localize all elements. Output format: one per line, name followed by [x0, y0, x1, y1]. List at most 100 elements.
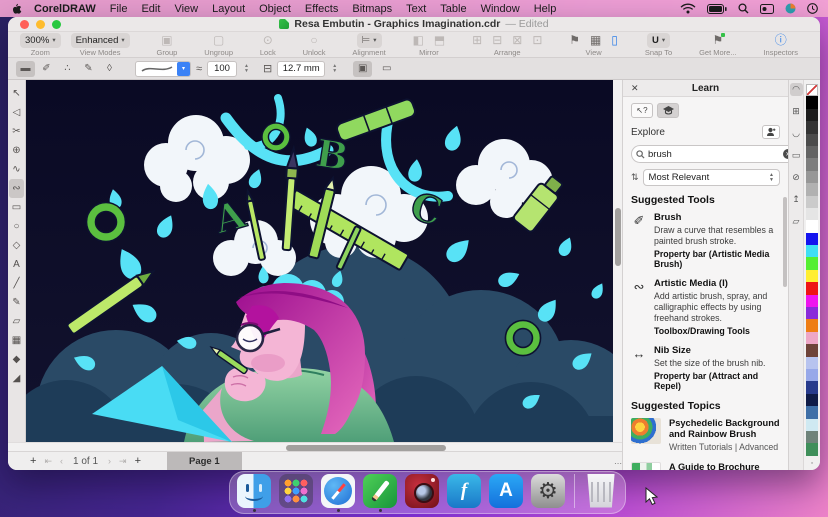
no-color-swatch[interactable]	[806, 84, 818, 96]
color-swatch[interactable]	[806, 171, 818, 183]
smoothing-stepper[interactable]: ▲▼	[244, 64, 249, 73]
suggested-tool-item[interactable]: ↔ Nib Size Set the size of the brush nib…	[631, 345, 780, 391]
artistic-media-mode-button[interactable]: ∴	[58, 61, 77, 77]
wifi-icon[interactable]	[680, 3, 696, 14]
clock-icon[interactable]	[807, 3, 818, 14]
dock-item[interactable]	[405, 474, 439, 512]
smoothing-input[interactable]: 100	[207, 61, 237, 77]
docker-tab-icon[interactable]: ▭	[790, 149, 803, 162]
color-swatch[interactable]	[806, 307, 818, 319]
menu-item[interactable]: Help	[534, 3, 557, 15]
next-page-button[interactable]: ›	[108, 456, 111, 466]
toolbox-tool-button[interactable]: ∾	[9, 179, 24, 198]
color-swatch[interactable]	[806, 319, 818, 331]
mirror-vertical-icon[interactable]: ⬒	[434, 34, 445, 47]
artistic-media-mode-button[interactable]: ✎	[79, 61, 98, 77]
color-swatch[interactable]	[806, 357, 818, 369]
profile-button[interactable]	[762, 125, 780, 139]
color-swatch[interactable]	[806, 332, 818, 344]
color-swatch[interactable]	[806, 295, 818, 307]
menu-item[interactable]: Window	[481, 3, 520, 15]
menu-item[interactable]: View	[174, 3, 198, 15]
ungroup-icon[interactable]: ▢	[213, 34, 224, 47]
stroke-list-dropdown[interactable]: ▾	[135, 61, 191, 77]
dock-item[interactable]	[584, 474, 618, 512]
menu-item[interactable]: Edit	[141, 3, 160, 15]
dock-item[interactable]: A	[489, 474, 523, 512]
nib-size-stepper[interactable]: ▲▼	[332, 64, 337, 73]
color-swatch[interactable]	[806, 443, 818, 455]
toolbox-tool-button[interactable]: ◢	[9, 369, 24, 388]
search-icon[interactable]	[738, 3, 749, 14]
forward-one-icon[interactable]: ⊠	[512, 34, 522, 47]
last-page-button[interactable]: ⇥	[119, 456, 127, 467]
border-toggle[interactable]: ▭	[377, 61, 396, 77]
toolbox-tool-button[interactable]: ✎	[9, 293, 24, 312]
to-back-icon[interactable]: ⊟	[492, 34, 502, 47]
artistic-media-mode-button[interactable]: ◊	[100, 61, 119, 77]
palette-options-icon[interactable]: ▫	[811, 460, 813, 467]
mirror-horizontal-icon[interactable]: ◧	[413, 34, 424, 47]
get-more-icon[interactable]: ⚑	[712, 34, 723, 47]
color-swatch[interactable]	[806, 121, 818, 133]
color-swatch[interactable]	[806, 344, 818, 356]
snap-to-dropdown[interactable]: U▾	[647, 33, 670, 48]
color-swatch[interactable]	[806, 134, 818, 146]
menu-item[interactable]: Effects	[305, 3, 338, 15]
toolbox-tool-button[interactable]: ▭	[9, 198, 24, 217]
toolbox-tool-button[interactable]: ◁	[9, 103, 24, 122]
unlock-icon[interactable]: ○	[310, 34, 317, 47]
canvas-vertical-scrollbar[interactable]	[613, 80, 622, 442]
toolbox-tool-button[interactable]: ▱	[9, 312, 24, 331]
rulers-icon[interactable]: ⚑	[569, 34, 580, 47]
page-tab[interactable]: Page 1	[167, 452, 242, 471]
color-swatch[interactable]	[806, 183, 818, 195]
sort-dropdown[interactable]: Most Relevant ▲▼	[643, 169, 780, 186]
previous-page-button[interactable]: ‹	[60, 456, 63, 466]
dock-item[interactable]	[237, 474, 271, 512]
color-swatch[interactable]	[806, 196, 818, 208]
artistic-media-mode-button[interactable]: ▬	[16, 61, 35, 77]
grid-icon[interactable]: ▦	[590, 34, 601, 47]
view-modes-dropdown[interactable]: Enhanced▾	[71, 33, 130, 48]
menubar-app-name[interactable]: CorelDRAW	[34, 3, 96, 15]
toolbox-tool-button[interactable]: ✂	[9, 122, 24, 141]
suggested-topic-item[interactable]: Psychedelic Background and Rainbow Brush…	[631, 418, 780, 452]
toolbox-tool-button[interactable]: ↖	[9, 84, 24, 103]
menu-item[interactable]: Layout	[212, 3, 245, 15]
color-swatch[interactable]	[806, 257, 818, 269]
toolbox-tool-button[interactable]: ○	[9, 217, 24, 236]
toolbox-tool-button[interactable]: ╱	[9, 274, 24, 293]
suggested-tool-item[interactable]: ✐ Brush Draw a curve that resembles a pa…	[631, 212, 780, 269]
back-one-icon[interactable]: ⊡	[532, 34, 542, 47]
color-swatch[interactable]	[806, 109, 818, 121]
color-swatch[interactable]	[806, 282, 818, 294]
group-icon[interactable]: ▣	[161, 34, 172, 47]
control-center-icon[interactable]	[760, 4, 774, 14]
dock-item[interactable]	[279, 474, 313, 512]
docker-tab-icon[interactable]: ◡	[790, 127, 803, 140]
menu-item[interactable]: Object	[259, 3, 291, 15]
battery-icon[interactable]	[707, 4, 727, 14]
menu-item[interactable]: Text	[406, 3, 426, 15]
menu-item[interactable]: Bitmaps	[352, 3, 392, 15]
toolbox-tool-button[interactable]: ∿	[9, 160, 24, 179]
toolbox-tool-button[interactable]: ▦	[9, 331, 24, 350]
color-swatch[interactable]	[806, 431, 818, 443]
docker-tab-icon[interactable]: ◠	[790, 83, 803, 96]
docker-tab-icon[interactable]: ▱	[790, 215, 803, 228]
menu-item[interactable]: File	[110, 3, 128, 15]
contextual-help-toggle[interactable]: ↖?	[631, 103, 653, 118]
zoom-level-dropdown[interactable]: 300%▾	[20, 33, 61, 48]
inspectors-icon[interactable]: ⓘ	[775, 34, 787, 47]
color-swatch[interactable]	[806, 419, 818, 431]
learn-search-field[interactable]: ✕	[631, 145, 788, 163]
menu-item[interactable]: Table	[440, 3, 466, 15]
docker-more-icon[interactable]: ⋯	[614, 459, 622, 468]
docker-tab-icon[interactable]: ↥	[790, 193, 803, 206]
alignment-dropdown[interactable]: ⊨▾	[357, 33, 382, 48]
color-swatch[interactable]	[806, 245, 818, 257]
dock-item[interactable]	[573, 474, 576, 512]
toolbox-tool-button[interactable]: ◆	[9, 350, 24, 369]
color-swatch[interactable]	[806, 394, 818, 406]
